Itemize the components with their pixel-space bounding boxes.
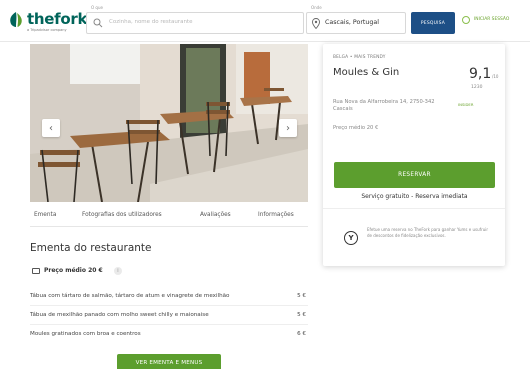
- view-menu-button[interactable]: VER EMENTA E MENUS: [117, 354, 221, 369]
- divider: [30, 305, 308, 306]
- average-price: Preço médio 20 €: [333, 125, 379, 131]
- list-item: Tábua com tártaro de salmão, tártaro de …: [30, 293, 308, 306]
- yums-note: Efetue uma reserva no TheFork para ganha…: [367, 227, 489, 238]
- search-button[interactable]: PESQUISA: [411, 12, 455, 34]
- user-icon: [462, 16, 470, 24]
- booking-panel: BELGA • MAIS TRENDY Moules & Gin 9,1 /10…: [323, 44, 505, 266]
- gallery-prev-button[interactable]: ‹: [42, 119, 60, 137]
- tab-user-photos[interactable]: Fotografias dos utilizadores: [82, 212, 162, 218]
- restaurant-address[interactable]: Rua Nova da Alfarrobeira 14, 2750-342 Ca…: [333, 99, 443, 113]
- search-input[interactable]: O que Cozinha, nome do restaurante: [86, 5, 304, 34]
- reserve-button[interactable]: RESERVAR: [334, 162, 495, 188]
- location-pin-icon: [312, 18, 320, 29]
- breadcrumb[interactable]: BELGA • MAIS TRENDY: [333, 55, 386, 60]
- location-value: Cascais, Portugal: [325, 19, 379, 26]
- insider-badge: INSIDER: [458, 102, 474, 107]
- search-icon: [93, 18, 103, 28]
- review-count[interactable]: 1230: [471, 85, 482, 90]
- logo-text: thefork: [27, 10, 88, 28]
- login-link[interactable]: INICIAR SESSÃO: [462, 15, 530, 29]
- dish-name: Tábua de mexilhão panado com molho sweet…: [30, 312, 209, 318]
- dish-price: 5 €: [297, 312, 306, 318]
- tab-reviews[interactable]: Avaliações: [200, 212, 231, 218]
- rating-scale: /10: [492, 74, 499, 79]
- search-placeholder: Cozinha, nome do restaurante: [109, 19, 193, 25]
- restaurant-name: Moules & Gin: [333, 67, 400, 78]
- info-icon[interactable]: i: [114, 267, 122, 275]
- restaurant-photo: [30, 44, 308, 202]
- yums-coin-icon: Y: [344, 231, 358, 245]
- logo-subtitle: a Tripadvisor company: [27, 28, 67, 32]
- dish-price: 6 €: [297, 331, 306, 337]
- dish-name: Moules gratinados com broa e coentros: [30, 331, 141, 337]
- divider: [323, 208, 505, 209]
- divider: [30, 324, 308, 325]
- top-header: thefork a Tripadvisor company O que Cozi…: [0, 0, 530, 42]
- menu-heading: Ementa do restaurante: [30, 242, 152, 254]
- photo-gallery[interactable]: ‹ ›: [30, 44, 308, 202]
- rating-score: 9,1: [469, 66, 492, 82]
- thefork-logo[interactable]: thefork a Tripadvisor company: [8, 9, 87, 35]
- dish-name: Tábua com tártaro de salmão, tártaro de …: [30, 293, 230, 299]
- location-input[interactable]: Onde Cascais, Portugal: [306, 5, 406, 34]
- list-item: Tábua de mexilhão panado com molho sweet…: [30, 312, 308, 325]
- menu-average-price-label: Preço médio 20 €: [44, 267, 103, 274]
- location-caption: Onde: [311, 5, 322, 10]
- free-service-note: Serviço gratuito - Reserva imediata: [361, 193, 468, 200]
- tab-menu[interactable]: Ementa: [34, 212, 56, 218]
- search-caption: O que: [91, 5, 103, 10]
- dish-price: 5 €: [297, 293, 306, 299]
- login-label: INICIAR SESSÃO: [474, 17, 510, 22]
- tab-info[interactable]: Informações: [258, 212, 294, 218]
- thefork-leaf-icon: [10, 12, 22, 27]
- gallery-next-button[interactable]: ›: [279, 119, 297, 137]
- wallet-icon: [32, 268, 40, 274]
- list-item: Moules gratinados com broa e coentros 6 …: [30, 331, 308, 341]
- section-tabs: Ementa Fotografias dos utilizadores Aval…: [30, 209, 308, 227]
